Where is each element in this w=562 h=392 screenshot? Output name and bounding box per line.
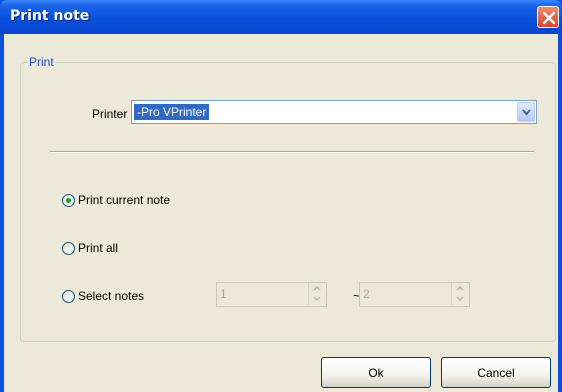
range-from-value: 1: [220, 287, 227, 301]
cancel-button[interactable]: Cancel: [441, 357, 551, 388]
dialog-body: Print Printer -Pro VPrinter Print curren…: [4, 34, 558, 392]
printer-dropdown-button[interactable]: [517, 102, 535, 122]
spin-down-icon[interactable]: [313, 296, 321, 301]
close-button[interactable]: [537, 6, 559, 28]
print-note-dialog: Print note Print Printer -Pro VPrinter P…: [0, 0, 562, 392]
range-to-spin-buttons[interactable]: [451, 283, 469, 306]
spin-up-icon[interactable]: [456, 286, 464, 291]
range-to-value: 2: [363, 287, 370, 301]
title-bar[interactable]: Print note: [0, 0, 562, 34]
ok-button[interactable]: Ok: [321, 357, 431, 388]
separator: [50, 151, 534, 153]
radio-current-label: Print current note: [78, 193, 171, 207]
radio-select-button[interactable]: [62, 289, 75, 303]
group-legend: Print: [27, 55, 56, 69]
spin-down-icon[interactable]: [456, 296, 464, 301]
printer-label: Printer: [92, 107, 128, 121]
range-from-spin-buttons[interactable]: [308, 283, 326, 306]
radio-select-label: Select notes: [78, 289, 145, 303]
printer-select[interactable]: -Pro VPrinter: [131, 100, 537, 124]
radio-all-button[interactable]: [62, 241, 75, 255]
dialog-title: Print note: [10, 8, 90, 24]
chevron-down-icon: [522, 109, 531, 116]
radio-print-current[interactable]: Print current note: [62, 193, 170, 207]
radio-all-label: Print all: [78, 241, 119, 255]
radio-select-notes[interactable]: Select notes: [62, 289, 144, 303]
radio-current-button[interactable]: [62, 193, 75, 207]
radio-print-all[interactable]: Print all: [62, 241, 118, 255]
range-from-spinner[interactable]: 1: [216, 282, 327, 307]
range-to-spinner[interactable]: 2: [359, 282, 470, 307]
close-icon: [542, 11, 556, 25]
printer-selected-value: -Pro VPrinter: [134, 104, 210, 120]
spin-up-icon[interactable]: [313, 286, 321, 291]
